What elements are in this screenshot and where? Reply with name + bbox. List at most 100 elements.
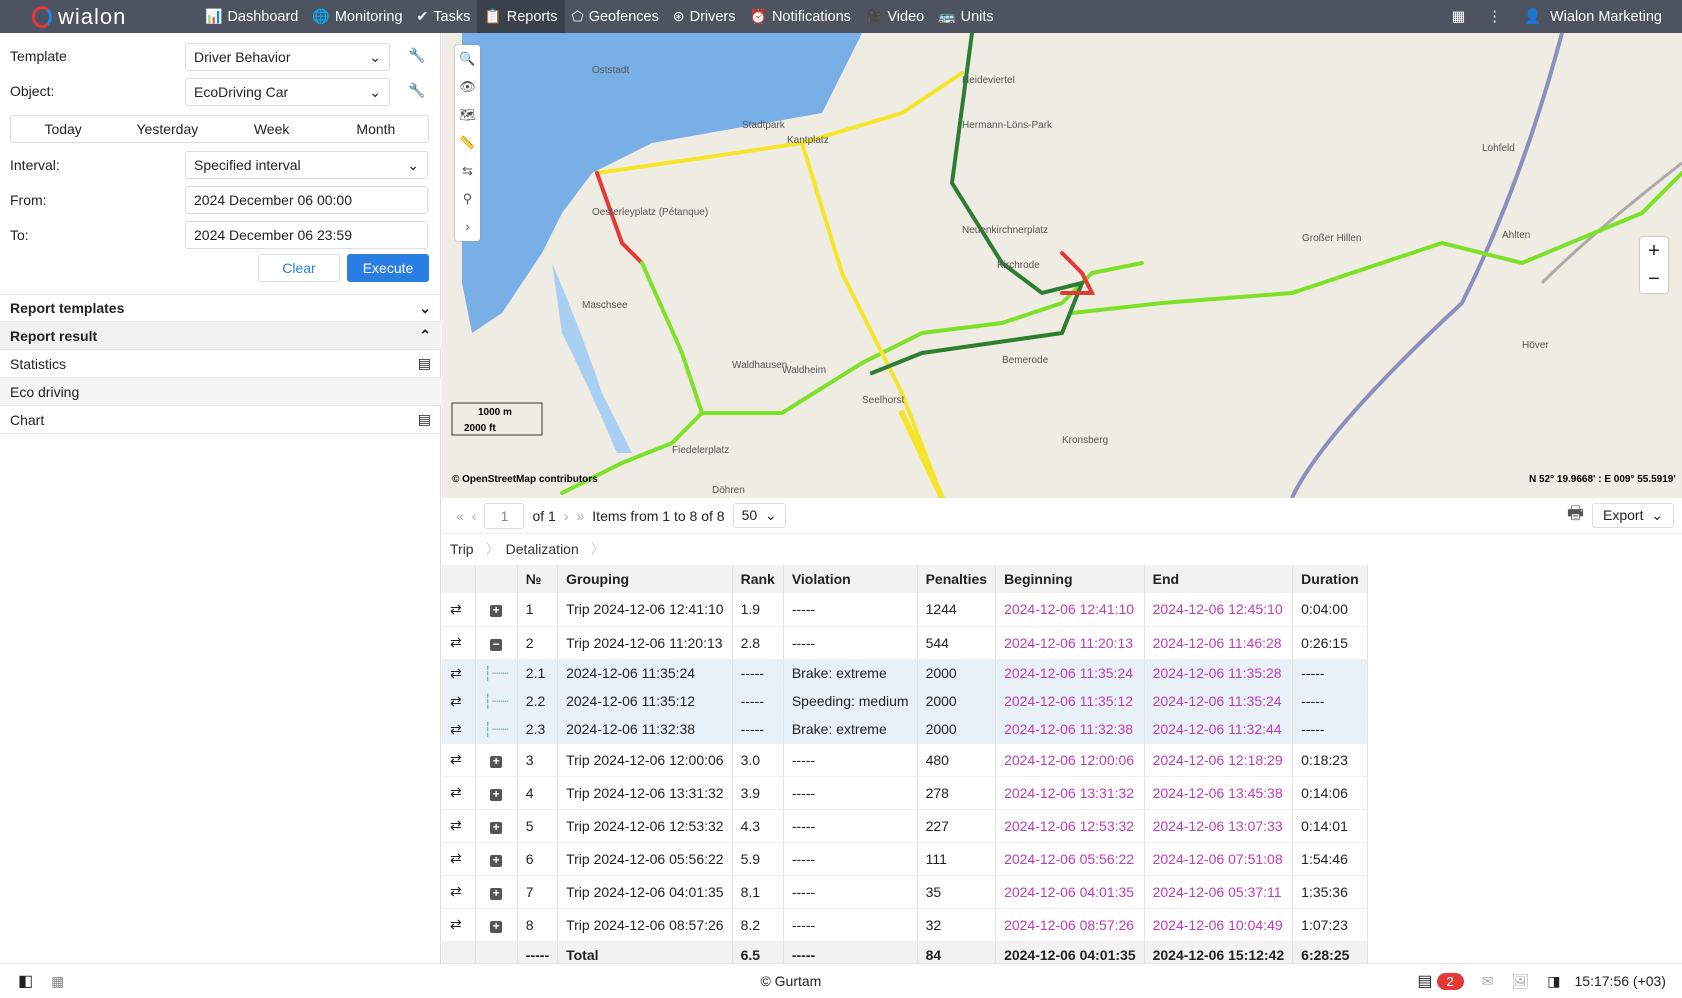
apps-grid-icon[interactable]: ▦	[1452, 9, 1466, 25]
image-icon[interactable]: 🖼	[1512, 973, 1530, 990]
nav-reports[interactable]: 📋 Reports	[477, 0, 565, 33]
expand-icon[interactable]: +	[490, 755, 503, 768]
execute-button[interactable]: Execute	[347, 254, 429, 282]
prev-page-icon[interactable]: ‹	[472, 508, 477, 524]
period-yesterday[interactable]: Yesterday	[115, 116, 219, 142]
chevron-right-icon[interactable]: ›	[465, 213, 469, 241]
report-templates-section[interactable]: Report templates ⌄	[0, 294, 441, 322]
result-item-statistics[interactable]: Statistics ▤	[0, 350, 441, 378]
expand-icon[interactable]: +	[490, 854, 503, 867]
object-select[interactable]: EcoDriving Car ⌄	[185, 78, 390, 106]
route-icon[interactable]: ⇄	[442, 593, 476, 627]
last-page-icon[interactable]: »	[577, 508, 585, 524]
interval-select[interactable]: Specified interval ⌄	[185, 151, 428, 179]
route-icon[interactable]: ⇄	[442, 715, 476, 744]
map-layers-icon[interactable]: 🗺	[459, 101, 476, 129]
breadcrumb-detalization[interactable]: Detalization	[500, 541, 591, 557]
column-header[interactable]: №	[517, 565, 559, 593]
first-page-icon[interactable]: «	[456, 508, 464, 524]
from-input[interactable]: 2024 December 06 00:00	[185, 186, 428, 214]
table-icon[interactable]: ▤	[418, 355, 431, 372]
route-icon[interactable]: ⇄	[442, 842, 476, 876]
period-month[interactable]: Month	[324, 116, 428, 142]
template-select[interactable]: Driver Behavior ⌄	[185, 43, 390, 71]
poi-icon[interactable]: ⚲	[463, 185, 473, 213]
zoom-out-button[interactable]: −	[1640, 265, 1668, 293]
column-header[interactable]: Duration	[1292, 565, 1368, 593]
route-icon[interactable]: ⇄	[442, 875, 476, 909]
nav-monitoring[interactable]: 🌐 Monitoring	[305, 0, 409, 33]
table-row[interactable]: ⇄ ┆┈┈ 2.3 2024-12-06 11:32:38 ----- Brake: ex…	[442, 715, 1368, 744]
grid-icon[interactable]: ▦	[51, 973, 64, 990]
nav-video[interactable]: 🎥 Video	[858, 0, 931, 33]
next-page-icon[interactable]: ›	[564, 508, 569, 524]
wrench-icon[interactable]: 🔧	[408, 47, 425, 64]
nav-tasks[interactable]: ✔ Tasks	[410, 0, 478, 33]
nav-drivers[interactable]: ⊛ Drivers	[666, 0, 743, 33]
column-header[interactable]: Violation	[783, 565, 918, 593]
route-icon[interactable]: ⇄	[442, 908, 476, 942]
column-header[interactable]: Grouping	[557, 565, 733, 593]
result-item-chart[interactable]: Chart ▤	[0, 406, 441, 434]
ruler-icon[interactable]: 📏	[459, 129, 475, 157]
route-icon[interactable]: ⇄	[442, 809, 476, 843]
nav-geofences[interactable]: ⬠ Geofences	[565, 0, 666, 33]
zoom-in-button[interactable]: +	[1640, 237, 1668, 265]
print-icon[interactable]: 🖶	[1567, 501, 1584, 531]
layout-icon[interactable]: ◨	[1547, 973, 1560, 990]
column-header[interactable]: Beginning	[995, 565, 1145, 593]
per-page-select[interactable]: 50 ⌄	[732, 503, 786, 528]
table-row[interactable]: ⇄ +6 Trip 2024-12-06 05:56:22 5.9 ----- 111 20…	[442, 842, 1368, 876]
table-row[interactable]: ⇄ −2 Trip 2024-12-06 11:20:13 2.8 ----- 544 20…	[442, 626, 1368, 660]
cell-p: 2000	[917, 659, 997, 688]
column-header[interactable]: Penalties	[917, 565, 997, 593]
column-header[interactable]: Rank	[732, 565, 784, 593]
table-row[interactable]: ⇄ ┆┈┈ 2.1 2024-12-06 11:35:24 ----- Brake: ex…	[442, 659, 1368, 688]
cell-p: 480	[917, 743, 997, 777]
nav-dashboard[interactable]: 📊 Dashboard	[198, 0, 305, 33]
table-row[interactable]: ⇄ +3 Trip 2024-12-06 12:00:06 3.0 ----- 480 20…	[442, 743, 1368, 777]
expand-icon[interactable]: +	[490, 604, 503, 618]
period-today[interactable]: Today	[11, 116, 115, 142]
wrench-icon[interactable]: 🔧	[408, 82, 425, 99]
expand-icon[interactable]: +	[490, 788, 503, 801]
more-menu-icon[interactable]: ⋮	[1487, 9, 1502, 25]
expand-icon[interactable]: +	[490, 887, 503, 900]
route-icon[interactable]: ⇄	[442, 626, 476, 660]
export-button[interactable]: Export ⌄	[1592, 503, 1674, 528]
notification-badge[interactable]: 2	[1436, 972, 1464, 990]
search-icon[interactable]: 🔍	[459, 45, 475, 73]
table-row[interactable]: ⇄ +1 Trip 2024-12-06 12:41:10 1.9 ----- 1244 2…	[442, 593, 1368, 627]
table-row[interactable]: ⇄ +5 Trip 2024-12-06 12:53:32 4.3 ----- 227 20…	[442, 809, 1368, 843]
nav-units[interactable]: 🚌 Units	[931, 0, 1000, 33]
panel-toggle-icon[interactable]: ◧	[18, 971, 33, 991]
route-icon[interactable]: ⇄	[442, 776, 476, 810]
route-icon[interactable]: ⇆	[462, 157, 473, 185]
page-input[interactable]: 1	[484, 502, 525, 529]
clear-button[interactable]: Clear	[258, 254, 340, 282]
collapse-icon[interactable]: −	[490, 638, 503, 651]
expand-icon[interactable]: +	[490, 920, 503, 933]
nav-notifications[interactable]: ⏰ Notifications	[743, 0, 858, 33]
result-item-eco-driving[interactable]: Eco driving	[0, 378, 441, 406]
report-result-section[interactable]: Report result ⌃	[0, 322, 441, 350]
messages-icon[interactable]: ✉	[1482, 973, 1494, 990]
column-header[interactable]: End	[1144, 565, 1294, 593]
table-row[interactable]: ⇄ +8 Trip 2024-12-06 08:57:26 8.2 ----- 32 202…	[442, 908, 1368, 942]
table-row[interactable]: ⇄ +7 Trip 2024-12-06 04:01:35 8.1 ----- 35 202…	[442, 875, 1368, 909]
route-icon[interactable]: ⇄	[442, 659, 476, 688]
route-icon[interactable]: ⇄	[442, 743, 476, 777]
table-row[interactable]: ⇄ ┆┈┈ 2.2 2024-12-06 11:35:12 ----- Speeding:…	[442, 687, 1368, 716]
eye-icon[interactable]: 👁	[459, 73, 476, 101]
period-week[interactable]: Week	[220, 116, 324, 142]
route-icon[interactable]: ⇄	[442, 687, 476, 716]
to-input[interactable]: 2024 December 06 23:59	[185, 221, 428, 249]
map[interactable]: 1000 m 2000 ft © OpenStreetMap contribut…	[442, 33, 1682, 498]
user-menu[interactable]: 👤 Wialon Marketing	[1524, 8, 1662, 25]
breadcrumb-trip[interactable]: Trip	[442, 541, 486, 557]
notifications-icon[interactable]: ▤	[1417, 971, 1432, 991]
wialon-logo[interactable]: wialon	[32, 4, 172, 30]
expand-icon[interactable]: +	[490, 821, 503, 834]
table-row[interactable]: ⇄ +4 Trip 2024-12-06 13:31:32 3.9 ----- 278 20…	[442, 776, 1368, 810]
table-icon[interactable]: ▤	[418, 411, 431, 428]
